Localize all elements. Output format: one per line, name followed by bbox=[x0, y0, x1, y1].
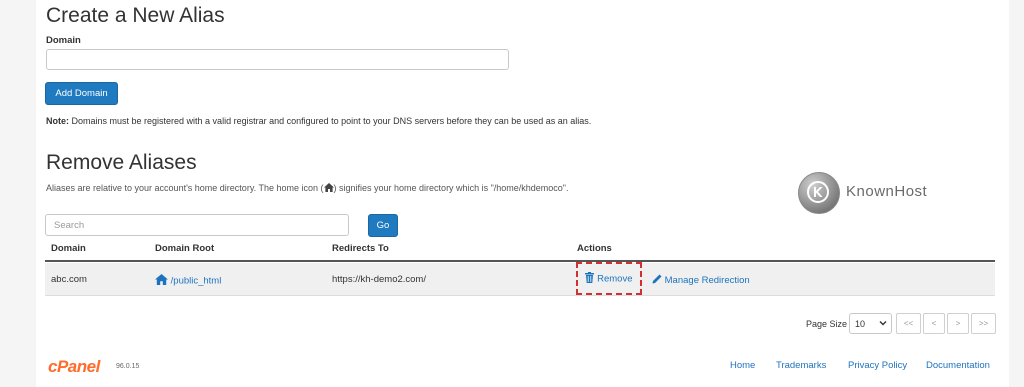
remove-aliases-description: Aliases are relative to your account's h… bbox=[46, 183, 569, 194]
page-size-label: Page Size bbox=[806, 319, 848, 329]
table-row: abc.com /public_html https://kh-demo2.co… bbox=[45, 262, 995, 296]
column-domain[interactable]: Domain bbox=[51, 243, 86, 254]
remove-text: Remove bbox=[597, 273, 633, 285]
domain-root-text: /public_html bbox=[170, 275, 222, 287]
page-size-value: 10 bbox=[855, 318, 866, 329]
first-page-button[interactable]: << bbox=[896, 313, 921, 334]
pencil-icon bbox=[652, 274, 662, 287]
cpanel-version: 96.0.15 bbox=[116, 363, 140, 370]
home-icon bbox=[323, 183, 334, 194]
search-input[interactable] bbox=[45, 214, 349, 236]
knownhost-logo: KnownHost bbox=[798, 172, 948, 214]
description-before: Aliases are relative to your account's h… bbox=[46, 183, 324, 193]
note-text: Domains must be registered with a valid … bbox=[69, 116, 592, 126]
add-domain-button[interactable]: Add Domain bbox=[45, 82, 118, 105]
footer-privacy-policy-link[interactable]: Privacy Policy bbox=[848, 360, 907, 371]
domain-label: Domain bbox=[46, 35, 81, 46]
cpanel-logo[interactable]: cPanel bbox=[48, 357, 100, 377]
knownhost-logo-emblem bbox=[798, 172, 840, 214]
remove-aliases-title: Remove Aliases bbox=[46, 151, 197, 174]
description-after: ) signifies your home directory which is… bbox=[333, 183, 569, 193]
footer-trademarks-link[interactable]: Trademarks bbox=[776, 360, 826, 371]
aliases-page: Create a New Alias Domain Add Domain Not… bbox=[36, 0, 1009, 387]
registration-note: Note: Domains must be registered with a … bbox=[46, 116, 591, 126]
domain-input[interactable] bbox=[46, 49, 509, 70]
column-domain-root[interactable]: Domain Root bbox=[155, 243, 214, 254]
remove-highlight: Remove bbox=[576, 262, 642, 295]
manage-redirection-link[interactable]: Manage Redirection bbox=[652, 274, 750, 287]
chevron-down-icon bbox=[879, 319, 887, 329]
row-redirects-to: https://kh-demo2.com/ bbox=[332, 274, 426, 285]
row-domain: abc.com bbox=[51, 274, 87, 285]
last-page-button[interactable]: >> bbox=[971, 313, 996, 334]
left-gutter bbox=[0, 0, 36, 387]
column-redirects-to[interactable]: Redirects To bbox=[332, 243, 389, 254]
home-icon bbox=[155, 274, 168, 288]
create-alias-title: Create a New Alias bbox=[46, 4, 225, 27]
right-gutter bbox=[1009, 0, 1024, 387]
aliases-table-header: Domain Domain Root Redirects To Actions bbox=[45, 238, 995, 262]
note-label: Note: bbox=[46, 116, 69, 126]
knownhost-logo-mark bbox=[807, 181, 829, 203]
knownhost-logo-text: KnownHost bbox=[846, 183, 928, 200]
column-actions: Actions bbox=[577, 243, 612, 254]
next-page-button[interactable]: > bbox=[947, 313, 969, 334]
remove-link[interactable]: Remove bbox=[585, 271, 633, 286]
page-size-select[interactable]: 10 bbox=[849, 313, 892, 334]
go-button[interactable]: Go bbox=[368, 214, 398, 237]
domain-root-link[interactable]: /public_html bbox=[155, 274, 221, 288]
footer-home-link[interactable]: Home bbox=[730, 360, 755, 371]
prev-page-button[interactable]: < bbox=[923, 313, 945, 334]
manage-redirection-text: Manage Redirection bbox=[664, 275, 750, 287]
trash-icon bbox=[585, 271, 595, 286]
footer-documentation-link[interactable]: Documentation bbox=[926, 360, 990, 371]
